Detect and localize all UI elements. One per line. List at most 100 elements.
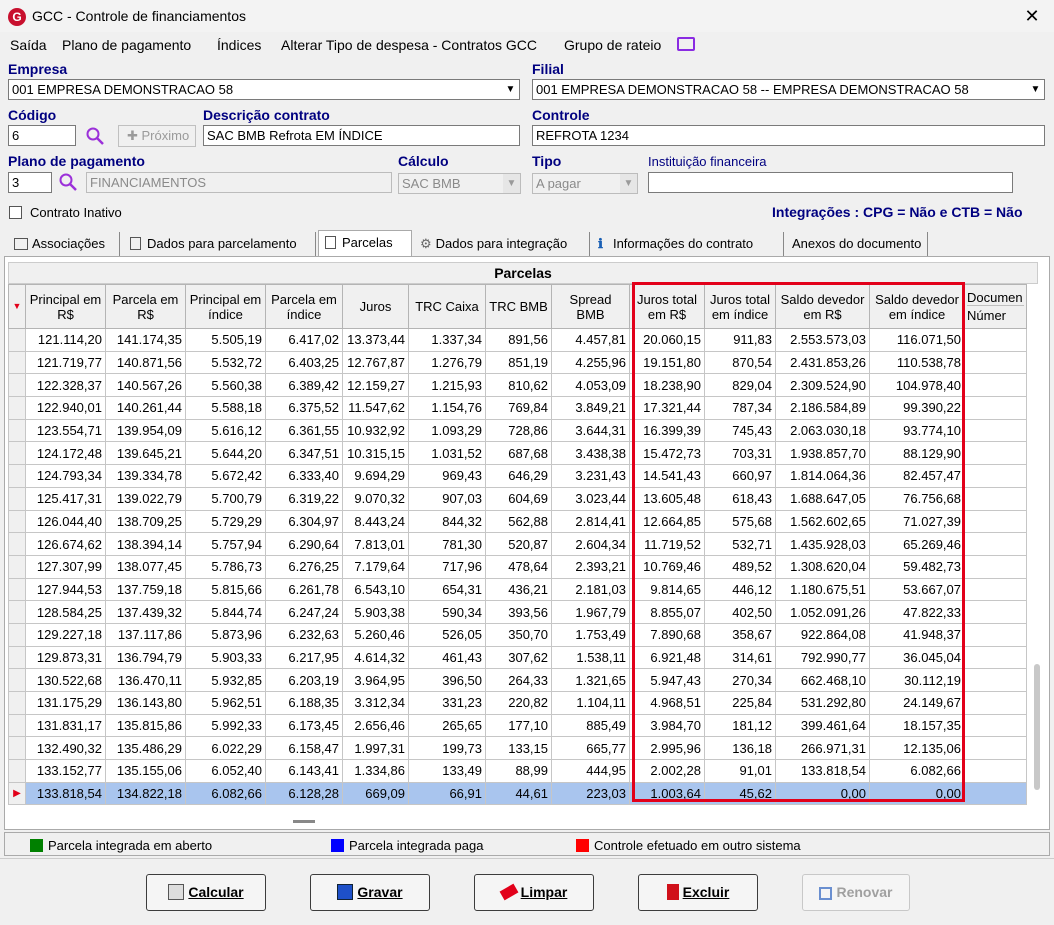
table-cell[interactable]: 6.217,95 <box>265 645 343 670</box>
close-icon[interactable]: ✕ <box>1018 3 1046 29</box>
row-indicator[interactable] <box>8 554 26 579</box>
table-cell[interactable]: 669,09 <box>342 781 409 806</box>
row-indicator[interactable] <box>8 373 26 398</box>
table-cell[interactable] <box>964 668 1027 692</box>
table-cell[interactable]: 5.700,79 <box>185 486 266 511</box>
table-cell[interactable]: 5.560,38 <box>185 373 266 398</box>
tab-associacoes[interactable]: Associações <box>8 232 120 256</box>
table-cell[interactable]: 123.554,71 <box>25 418 106 443</box>
table-cell[interactable]: 2.814,41 <box>551 509 630 534</box>
table-cell[interactable]: 1.031,52 <box>408 441 486 466</box>
table-cell[interactable] <box>964 396 1027 420</box>
table-cell[interactable] <box>964 736 1027 761</box>
table-cell[interactable]: 138.709,25 <box>105 509 186 534</box>
proximo-button[interactable]: ✚ Próximo <box>118 125 196 147</box>
table-cell[interactable]: 891,56 <box>485 328 552 352</box>
table-cell[interactable]: 129.227,18 <box>25 622 106 647</box>
col-trc-bmb[interactable]: TRC BMB <box>485 284 552 329</box>
row-indicator[interactable] <box>8 600 26 624</box>
table-cell[interactable] <box>964 554 1027 579</box>
table-cell[interactable]: 10.932,92 <box>342 418 409 443</box>
table-cell[interactable]: 11.547,62 <box>342 396 409 420</box>
table-cell[interactable]: 687,68 <box>485 441 552 466</box>
row-indicator[interactable] <box>8 713 26 738</box>
table-cell[interactable]: 5.873,96 <box>185 622 266 647</box>
filial-select[interactable]: 001 EMPRESA DEMONSTRACAO 58 -- EMPRESA D… <box>532 79 1045 100</box>
table-cell[interactable]: 125.417,31 <box>25 486 106 511</box>
row-indicator[interactable] <box>8 668 26 692</box>
table-cell[interactable]: 4.457,81 <box>551 328 630 352</box>
col-principal-rs[interactable]: Principal em R$ <box>25 284 106 329</box>
gravar-button[interactable]: Gravar <box>310 874 430 911</box>
table-cell[interactable]: 6.082,66 <box>185 781 266 806</box>
menu-alterar-tipo-despesa[interactable]: Alterar Tipo de despesa - Contratos GCC <box>281 37 537 53</box>
chevron-down-icon[interactable]: ▼ <box>502 80 519 99</box>
monitor-icon[interactable] <box>677 37 695 51</box>
menu-saida[interactable]: Saída <box>10 37 47 53</box>
vertical-scrollbar[interactable] <box>1034 664 1040 790</box>
table-cell[interactable] <box>964 691 1027 715</box>
col-principal-indice[interactable]: Principal em índice <box>185 284 266 329</box>
table-cell[interactable]: 136.470,11 <box>105 668 186 692</box>
table-cell[interactable]: 133.152,77 <box>25 759 106 783</box>
table-cell[interactable]: 1.321,65 <box>551 668 630 692</box>
table-cell[interactable]: 5.932,85 <box>185 668 266 692</box>
table-cell[interactable]: 436,21 <box>485 577 552 602</box>
table-cell[interactable] <box>964 781 1027 806</box>
row-indicator[interactable] <box>8 441 26 466</box>
row-indicator[interactable] <box>8 486 26 511</box>
table-cell[interactable]: 6.375,52 <box>265 396 343 420</box>
table-cell[interactable]: 220,82 <box>485 691 552 715</box>
table-cell[interactable]: 6.203,19 <box>265 668 343 692</box>
table-cell[interactable]: 88,99 <box>485 759 552 783</box>
table-cell[interactable]: 1.334,86 <box>342 759 409 783</box>
table-cell[interactable]: 136.143,80 <box>105 691 186 715</box>
table-cell[interactable]: 6.173,45 <box>265 713 343 738</box>
table-cell[interactable]: 130.522,68 <box>25 668 106 692</box>
tab-informacoes-contrato[interactable]: ℹ Informações do contrato <box>592 232 784 256</box>
table-cell[interactable] <box>964 418 1027 443</box>
col-parcela-rs[interactable]: Parcela em R$ <box>105 284 186 329</box>
table-cell[interactable] <box>964 509 1027 534</box>
table-cell[interactable]: 6.347,51 <box>265 441 343 466</box>
table-cell[interactable]: 6.543,10 <box>342 577 409 602</box>
table-cell[interactable]: 520,87 <box>485 532 552 556</box>
table-cell[interactable]: 1.276,79 <box>408 350 486 375</box>
table-cell[interactable]: 526,05 <box>408 622 486 647</box>
table-cell[interactable]: 121.114,20 <box>25 328 106 352</box>
table-cell[interactable]: 12.159,27 <box>342 373 409 398</box>
table-cell[interactable]: 307,62 <box>485 645 552 670</box>
table-cell[interactable]: 4.614,32 <box>342 645 409 670</box>
table-cell[interactable]: 177,10 <box>485 713 552 738</box>
table-cell[interactable]: 121.719,77 <box>25 350 106 375</box>
inativo-checkbox[interactable] <box>9 206 22 219</box>
table-cell[interactable]: 604,69 <box>485 486 552 511</box>
table-cell[interactable]: 717,96 <box>408 554 486 579</box>
table-cell[interactable]: 5.260,46 <box>342 622 409 647</box>
table-cell[interactable]: 851,19 <box>485 350 552 375</box>
table-cell[interactable]: 5.757,94 <box>185 532 266 556</box>
table-cell[interactable]: 6.319,22 <box>265 486 343 511</box>
row-indicator[interactable] <box>8 396 26 420</box>
table-cell[interactable] <box>964 328 1027 352</box>
table-cell[interactable]: 1.967,79 <box>551 600 630 624</box>
table-cell[interactable]: 6.361,55 <box>265 418 343 443</box>
table-cell[interactable]: 6.052,40 <box>185 759 266 783</box>
tab-dados-parcelamento[interactable]: Dados para parcelamento <box>124 232 316 256</box>
table-cell[interactable]: 1.215,93 <box>408 373 486 398</box>
table-cell[interactable]: 138.394,14 <box>105 532 186 556</box>
table-cell[interactable]: 133,49 <box>408 759 486 783</box>
table-cell[interactable]: 138.077,45 <box>105 554 186 579</box>
menu-grupo-rateio[interactable]: Grupo de rateio <box>564 37 661 53</box>
table-cell[interactable] <box>964 486 1027 511</box>
current-row-arrow-icon[interactable]: ▶ <box>8 781 26 806</box>
table-cell[interactable]: 5.992,33 <box>185 713 266 738</box>
table-cell[interactable]: 3.023,44 <box>551 486 630 511</box>
table-cell[interactable]: 350,70 <box>485 622 552 647</box>
row-indicator[interactable] <box>8 691 26 715</box>
table-cell[interactable]: 1.104,11 <box>551 691 630 715</box>
table-cell[interactable]: 265,65 <box>408 713 486 738</box>
tab-parcelas[interactable]: Parcelas <box>318 230 412 256</box>
table-cell[interactable]: 264,33 <box>485 668 552 692</box>
codigo-field[interactable]: 6 <box>8 125 76 146</box>
